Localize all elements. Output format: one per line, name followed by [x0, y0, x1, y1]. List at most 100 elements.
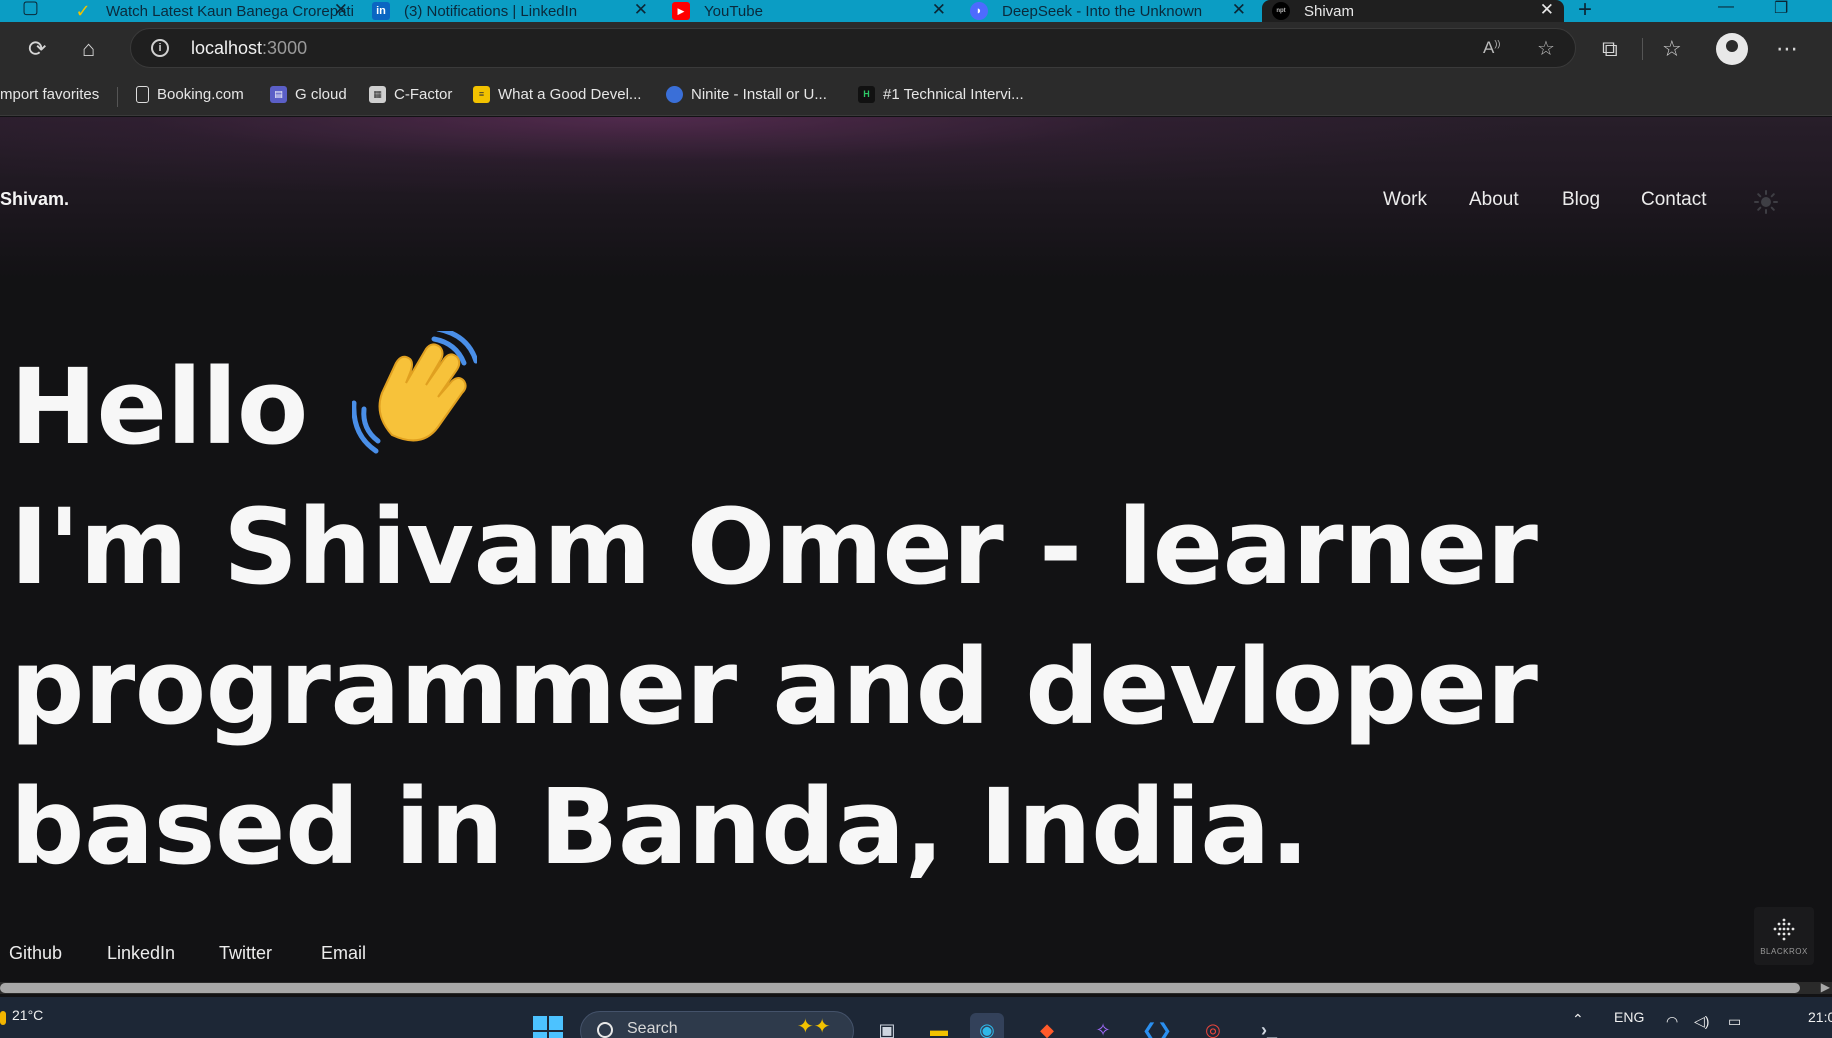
tab-youtube[interactable]: ▶ YouTube ✕ — [672, 0, 956, 22]
edge-browser-icon[interactable]: ◉ — [970, 1013, 1004, 1038]
windows-start-icon[interactable] — [533, 1016, 563, 1038]
minimize-icon[interactable]: — — [1718, 0, 1734, 16]
weather-temperature[interactable]: 21°C — [12, 1007, 43, 1023]
close-icon[interactable]: ✕ — [1232, 0, 1246, 20]
nav-contact[interactable]: Contact — [1641, 189, 1706, 211]
hero-line-location: based in Banda, India. — [10, 766, 1309, 888]
windows-taskbar: 21°C Search ✦✦ ▣ ▬ ◉ ◆ ✧ ❮❯ ◎ ›_ ⌃ ENG ◠… — [0, 997, 1832, 1038]
more-options-icon[interactable]: ⋯ — [1776, 36, 1798, 62]
nav-work[interactable]: Work — [1383, 189, 1427, 211]
fav-import[interactable]: mport favorites — [0, 86, 99, 103]
fav-label: Booking.com — [157, 86, 244, 103]
language-indicator[interactable]: ENG — [1614, 1009, 1644, 1025]
fav-booking[interactable]: Booking.com — [136, 86, 244, 103]
youtube-favicon: ▶ — [672, 2, 690, 20]
new-tab-icon[interactable]: + — [1578, 0, 1592, 24]
scrollbar-thumb[interactable] — [0, 983, 1800, 993]
social-github-link[interactable]: Github — [9, 943, 62, 964]
file-explorer-icon[interactable]: ▬ — [922, 1013, 956, 1038]
nav-blog[interactable]: Blog — [1562, 189, 1600, 211]
social-email-link[interactable]: Email — [321, 943, 366, 964]
url-host: localhost — [191, 38, 263, 58]
close-icon[interactable]: ✕ — [634, 0, 648, 20]
taskbar-clock[interactable]: 21:0 — [1808, 1009, 1832, 1025]
battery-icon[interactable]: ▭ — [1728, 1013, 1741, 1030]
blackrox-badge[interactable]: BLACKROX — [1754, 907, 1814, 965]
blackrox-logo-icon — [1773, 918, 1795, 940]
linkedin-favicon: in — [372, 2, 390, 20]
tab-kbc[interactable]: ✓ Watch Latest Kaun Banega Crorepati ✕ — [74, 0, 358, 22]
theme-toggle-sun-icon[interactable] — [1754, 190, 1778, 214]
tab-title: (3) Notifications | LinkedIn — [404, 2, 578, 20]
blackrox-label: BLACKROX — [1760, 946, 1808, 956]
home-icon[interactable]: ⌂ — [82, 36, 95, 62]
toolbar-divider — [1642, 38, 1643, 60]
profile-avatar[interactable] — [1716, 33, 1748, 65]
weather-icon — [0, 1011, 6, 1025]
tab-title: Shivam — [1304, 2, 1355, 20]
copilot-icon[interactable]: ✧ — [1086, 1013, 1120, 1038]
volume-icon[interactable]: ◁) — [1694, 1013, 1709, 1030]
fav-ninite[interactable]: Ninite - Install or U... — [666, 86, 827, 103]
extensions-icon[interactable]: ⧉ — [1602, 36, 1618, 62]
header-glow — [0, 117, 1832, 287]
hero-heading: Hello I'm Shivam Omer - learner programm… — [10, 331, 1538, 897]
search-icon — [597, 1022, 613, 1038]
tab-title: YouTube — [704, 2, 763, 20]
waving-hand-icon — [351, 331, 477, 454]
fav-technical-interview[interactable]: H #1 Technical Intervi... — [858, 86, 1024, 103]
refresh-icon[interactable]: ⟳ — [28, 36, 46, 62]
url-text[interactable]: localhost:3000 — [191, 38, 307, 59]
web-page: Shivam. Work About Blog Contact Hello I'… — [0, 117, 1832, 979]
fav-label: #1 Technical Intervi... — [883, 86, 1024, 103]
fav-label: Ninite - Install or U... — [691, 86, 827, 103]
deepseek-favicon: ◗ — [970, 2, 988, 20]
scroll-right-arrow-icon[interactable]: ▶ — [1821, 980, 1830, 994]
restore-icon[interactable]: ❐ — [1774, 0, 1788, 18]
tab-linkedin[interactable]: in (3) Notifications | LinkedIn ✕ — [372, 0, 658, 22]
terminal-icon[interactable]: ›_ — [1252, 1013, 1286, 1038]
site-favicon: npt — [1272, 2, 1290, 20]
wifi-icon[interactable]: ◠ — [1666, 1013, 1678, 1030]
fav-label: mport favorites — [0, 86, 100, 103]
address-bar[interactable]: i localhost:3000 A)) ☆ — [130, 28, 1576, 68]
show-hidden-icons-icon[interactable]: ⌃ — [1572, 1011, 1584, 1028]
hero-line-greeting: Hello — [10, 331, 1510, 477]
favorites-collection-icon[interactable]: ☆ — [1662, 36, 1682, 62]
fav-good-developer[interactable]: ≡ What a Good Devel... — [473, 86, 641, 103]
site-info-icon[interactable]: i — [151, 39, 169, 57]
vscode-icon[interactable]: ❮❯ — [1140, 1013, 1174, 1038]
fav-cfactor[interactable]: ▦ C-Factor — [369, 86, 452, 103]
fav-gcloud[interactable]: ▤ G cloud — [270, 86, 347, 103]
nav-about[interactable]: About — [1469, 189, 1519, 211]
fav-label: C-Factor — [394, 86, 453, 103]
task-view-icon[interactable]: ▣ — [870, 1013, 904, 1038]
cfactor-icon: ▦ — [369, 86, 386, 103]
search-highlight-icon: ✦✦ — [797, 1016, 831, 1038]
favorites-bar: mport favorites Booking.com ▤ G cloud ▦ … — [0, 78, 1832, 116]
sidebar-toggle-icon[interactable]: ▢ — [22, 0, 39, 20]
fav-label: G cloud — [295, 86, 347, 103]
hero-line-role: programmer and devloper — [10, 626, 1538, 748]
page-icon — [136, 86, 149, 103]
close-icon[interactable]: ✕ — [334, 0, 348, 20]
brave-browser-icon[interactable]: ◆ — [1030, 1013, 1064, 1038]
ninite-icon — [666, 86, 683, 103]
tab-deepseek[interactable]: ◗ DeepSeek - Into the Unknown ✕ — [970, 0, 1256, 22]
browser-toolbar: ⟳ ⌂ i localhost:3000 A)) ☆ ⧉ ☆ ⋯ — [0, 22, 1832, 78]
taskbar-search[interactable]: Search ✦✦ — [580, 1011, 854, 1038]
url-port: :3000 — [262, 38, 308, 58]
tab-shivam[interactable]: npt Shivam ✕ — [1262, 0, 1564, 22]
check-favicon: ✓ — [75, 0, 91, 21]
gcloud-icon: ▤ — [270, 86, 287, 103]
read-aloud-icon[interactable]: A)) — [1483, 38, 1500, 58]
favorite-star-icon[interactable]: ☆ — [1537, 36, 1555, 61]
social-twitter-link[interactable]: Twitter — [219, 943, 272, 964]
horizontal-scrollbar[interactable]: ▶ — [0, 979, 1832, 997]
close-icon[interactable]: ✕ — [932, 0, 946, 20]
chrome-icon[interactable]: ◎ — [1196, 1013, 1230, 1038]
hero-hello: Hello — [10, 346, 308, 468]
social-linkedin-link[interactable]: LinkedIn — [107, 943, 175, 964]
close-icon[interactable]: ✕ — [1540, 0, 1554, 20]
site-brand-logo[interactable]: Shivam. — [0, 189, 69, 210]
